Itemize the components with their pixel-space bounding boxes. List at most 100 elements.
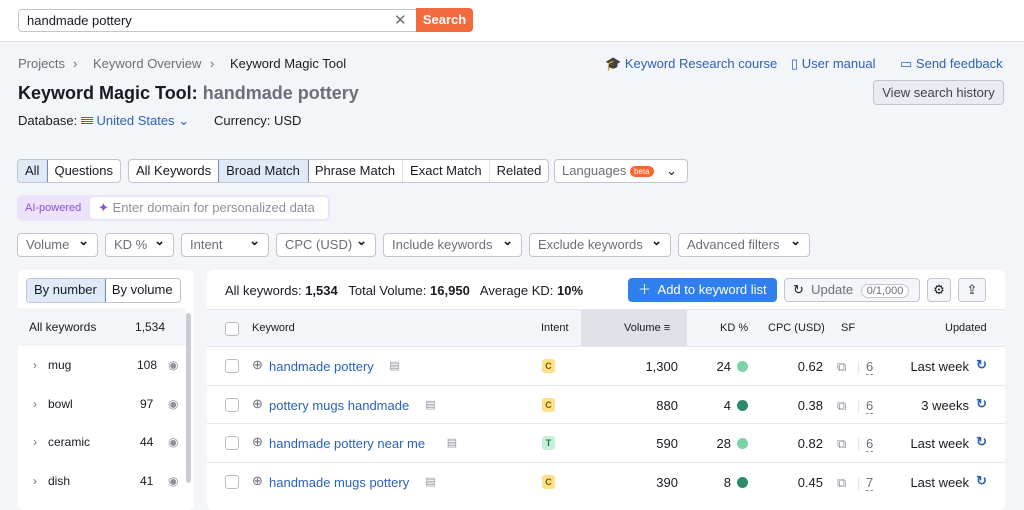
by-number-tab[interactable]: By number bbox=[26, 279, 106, 302]
chevron-right-icon: › bbox=[33, 358, 37, 372]
group-item[interactable]: › ceramic 44 ◉ bbox=[18, 423, 186, 461]
all-keywords-label[interactable]: All keywords bbox=[29, 320, 96, 334]
kd-dot bbox=[737, 476, 748, 488]
view-history-button[interactable]: View search history bbox=[873, 80, 1004, 105]
tab-exact-match[interactable]: Exact Match bbox=[403, 160, 490, 182]
tab-phrase-match[interactable]: Phrase Match bbox=[308, 160, 404, 182]
filter-include[interactable]: Include keywords bbox=[383, 230, 522, 257]
keyword-link[interactable]: handmade mugs pottery bbox=[269, 475, 409, 490]
export-icon[interactable]: ⇪ bbox=[958, 278, 986, 302]
serp-icon[interactable]: ▤ bbox=[425, 475, 435, 488]
row-checkbox[interactable] bbox=[225, 359, 239, 373]
search-input[interactable]: handmade pottery bbox=[18, 9, 416, 32]
keyword-link[interactable]: pottery mugs handmade bbox=[269, 398, 409, 413]
settings-icon[interactable]: ⚙ bbox=[927, 278, 951, 302]
updated: Last week bbox=[910, 474, 969, 490]
col-updated[interactable]: Updated bbox=[945, 322, 987, 334]
filter-kd[interactable]: KD % bbox=[105, 230, 174, 257]
breadcrumb-current: Keyword Magic Tool bbox=[230, 56, 347, 71]
scrollbar[interactable] bbox=[186, 313, 191, 483]
row-checkbox[interactable] bbox=[225, 474, 239, 489]
eye-icon[interactable]: ◉ bbox=[168, 397, 178, 411]
eye-icon[interactable]: ◉ bbox=[168, 474, 178, 488]
refresh-icon: ↻ bbox=[793, 282, 804, 297]
col-kd[interactable]: KD % bbox=[720, 322, 748, 334]
add-circle-icon[interactable]: ⊕ bbox=[252, 357, 263, 373]
update-button[interactable]: ↻ Update 0/1,000 bbox=[784, 278, 920, 302]
row-checkbox[interactable] bbox=[225, 397, 239, 412]
select-all-checkbox[interactable] bbox=[225, 322, 239, 336]
clear-icon[interactable]: ✕ bbox=[394, 11, 407, 29]
course-link[interactable]: 🎓 Keyword Research course bbox=[605, 56, 777, 72]
domain-input[interactable]: ✦ Enter domain for personalized data bbox=[90, 197, 328, 219]
col-intent[interactable]: Intent bbox=[541, 322, 569, 334]
plus-icon: ＋ bbox=[638, 282, 652, 297]
filter-advanced[interactable]: Advanced filters bbox=[678, 230, 810, 257]
group-name: ceramic bbox=[48, 435, 91, 449]
eye-icon[interactable]: ◉ bbox=[168, 358, 178, 372]
breadcrumb-projects[interactable]: Projects bbox=[18, 56, 65, 71]
tab-all-keywords[interactable]: All Keywords bbox=[129, 160, 220, 182]
serp-features-icon: ⧉ bbox=[837, 397, 847, 413]
refresh-icon[interactable]: ↻ bbox=[976, 357, 987, 373]
serp-icon[interactable]: ▤ bbox=[425, 398, 435, 411]
col-keyword[interactable]: Keyword bbox=[252, 322, 295, 334]
volume: 880 bbox=[656, 397, 678, 413]
book-icon: ▯ bbox=[791, 56, 799, 71]
breadcrumb-overview[interactable]: Keyword Overview bbox=[93, 56, 201, 71]
currency: Currency: USD bbox=[214, 113, 302, 128]
cpc: 0.45 bbox=[797, 474, 823, 490]
table-row: ⊕ handmade pottery ▤ C 1,300 24 0.62 ⧉ |… bbox=[207, 346, 1005, 385]
graduation-cap-icon: 🎓 bbox=[605, 56, 622, 71]
volume: 590 bbox=[656, 436, 678, 451]
chevron-right-icon: › bbox=[33, 435, 37, 449]
add-circle-icon[interactable]: ⊕ bbox=[252, 396, 263, 412]
search-button[interactable]: Search bbox=[416, 8, 473, 32]
kd-value: 24 bbox=[716, 359, 731, 374]
add-to-list-button[interactable]: ＋ Add to keyword list bbox=[628, 278, 777, 302]
languages-dropdown[interactable]: Languages beta ⌄ bbox=[554, 159, 688, 183]
refresh-icon[interactable]: ↻ bbox=[976, 396, 987, 412]
serp-icon[interactable]: ▤ bbox=[389, 359, 399, 372]
manual-link[interactable]: ▯ User manual bbox=[791, 56, 875, 72]
table-row: ⊕ handmade pottery near me ▤ T 590 28 0.… bbox=[207, 423, 1005, 462]
add-circle-icon[interactable]: ⊕ bbox=[252, 434, 263, 450]
feedback-link[interactable]: ▭ Send feedback bbox=[900, 56, 1003, 72]
col-cpc[interactable]: CPC (USD) bbox=[768, 322, 825, 334]
group-item[interactable]: › dish 41 ◉ bbox=[18, 462, 186, 500]
col-volume[interactable]: Volume ≡ bbox=[624, 322, 670, 334]
group-count: 108 bbox=[137, 358, 158, 372]
filter-cpc[interactable]: CPC (USD) bbox=[276, 230, 376, 257]
group-item[interactable]: › mug 108 ◉ bbox=[18, 346, 186, 384]
group-name: dish bbox=[48, 473, 71, 488]
tab-questions[interactable]: Questions bbox=[47, 160, 120, 182]
col-sf[interactable]: SF bbox=[841, 322, 855, 334]
refresh-icon[interactable]: ↻ bbox=[976, 473, 987, 489]
tab-all[interactable]: All bbox=[18, 160, 49, 182]
serp-features-icon: ⧉ bbox=[837, 474, 847, 490]
intent-badge: C bbox=[542, 359, 555, 373]
tab-broad-match[interactable]: Broad Match bbox=[218, 160, 309, 182]
by-volume-tab[interactable]: By volume bbox=[105, 279, 180, 302]
group-name: mug bbox=[48, 358, 72, 372]
sf-count[interactable]: 6 bbox=[866, 359, 874, 375]
tab-related[interactable]: Related bbox=[490, 160, 549, 182]
eye-icon[interactable]: ◉ bbox=[168, 435, 178, 449]
serp-icon[interactable]: ▤ bbox=[447, 436, 457, 449]
keyword-link[interactable]: handmade pottery near me bbox=[269, 436, 425, 451]
add-circle-icon[interactable]: ⊕ bbox=[252, 473, 263, 489]
filter-intent[interactable]: Intent bbox=[181, 230, 269, 257]
chat-icon: ▭ bbox=[900, 56, 913, 71]
keyword-link[interactable]: handmade pottery bbox=[269, 359, 374, 374]
row-checkbox[interactable] bbox=[225, 436, 239, 450]
sf-count[interactable]: 7 bbox=[866, 475, 874, 491]
group-item[interactable]: › bowl 97 ◉ bbox=[18, 385, 186, 423]
filter-exclude[interactable]: Exclude keywords bbox=[529, 230, 671, 257]
sf-count[interactable]: 6 bbox=[866, 436, 874, 452]
serp-features-icon: ⧉ bbox=[837, 359, 847, 374]
database-selector[interactable]: Database: United States ⌄ bbox=[18, 113, 189, 129]
kd-dot bbox=[737, 399, 748, 411]
sf-count[interactable]: 6 bbox=[866, 398, 874, 414]
filter-volume[interactable]: Volume bbox=[17, 230, 98, 257]
refresh-icon[interactable]: ↻ bbox=[976, 434, 987, 450]
